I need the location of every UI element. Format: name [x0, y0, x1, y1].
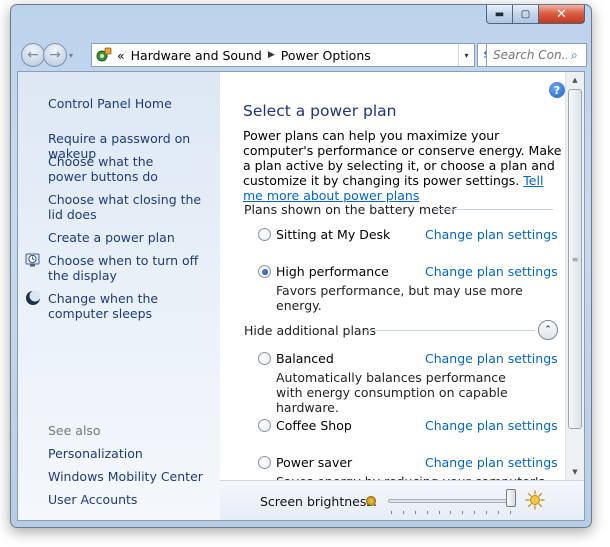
see-also-personalization-link[interactable]: Personalization [48, 446, 143, 461]
change-plan-settings-link[interactable]: Change plan settings [425, 227, 558, 242]
plan-coffee-shop[interactable]: Coffee Shop [258, 418, 352, 433]
screen-brightness-label: Screen brightness: [260, 494, 378, 509]
section-divider [435, 209, 553, 210]
scroll-up-arrow-icon[interactable]: ▲ [566, 72, 584, 88]
intro-text: Power plans can help you maximize your c… [243, 128, 562, 188]
forward-button[interactable]: → [43, 43, 67, 67]
sidebar-link-create-plan[interactable]: Create a power plan [48, 230, 216, 245]
vertical-scrollbar[interactable]: ▲ ≡ ▼ [565, 72, 584, 480]
brightness-bar: Screen brightness: [220, 480, 584, 520]
search-input[interactable] [491, 47, 569, 63]
change-plan-settings-link[interactable]: Change plan settings [425, 351, 558, 366]
sidebar-link-closing-lid[interactable]: Choose what closing the lid does [48, 192, 208, 222]
section-divider [364, 330, 535, 331]
plan-power-saver[interactable]: Power saver [258, 455, 352, 470]
task-pane: Control Panel Home Require a password on… [18, 72, 220, 520]
change-plan-settings-link[interactable]: Change plan settings [425, 418, 558, 433]
see-also-heading: See also [48, 423, 101, 438]
battery-meter-plans-heading: Plans shown on the battery meter [244, 202, 457, 217]
maximize-button[interactable]: ▢ [513, 5, 539, 24]
plan-balanced[interactable]: Balanced [258, 351, 334, 366]
change-plan-settings-link[interactable]: Change plan settings [425, 455, 558, 470]
breadcrumb-power-options[interactable]: Power Options [278, 48, 374, 63]
plan-name: High performance [276, 264, 389, 279]
plan-high-performance[interactable]: High performance [258, 264, 389, 279]
sidebar-link-power-buttons[interactable]: Choose what the power buttons do [48, 154, 188, 184]
search-box[interactable]: ⌕ [486, 43, 587, 67]
plan-description: Automatically balances performance with … [276, 370, 508, 415]
plan-name: Coffee Shop [276, 418, 352, 433]
plan-sitting-at-my-desk[interactable]: Sitting at My Desk [258, 227, 390, 242]
see-also-mobility-center-link[interactable]: Windows Mobility Center [48, 469, 203, 484]
plan-name: Sitting at My Desk [276, 227, 391, 242]
plan-name: Balanced [276, 351, 334, 366]
address-bar[interactable]: « Hardware and Sound ▶ Power Options ▾ [91, 43, 475, 67]
control-panel-home-link[interactable]: Control Panel Home [48, 96, 172, 111]
brightness-slider-track[interactable] [388, 499, 512, 503]
address-overflow[interactable]: « [114, 48, 128, 63]
content-area: Control Panel Home Require a password on… [17, 71, 585, 521]
change-plan-settings-link[interactable]: Change plan settings [425, 264, 558, 279]
bright-brightness-icon [525, 490, 545, 510]
display-clock-icon [25, 253, 40, 267]
hide-additional-plans-heading: Hide additional plans [244, 323, 377, 338]
scroll-down-arrow-icon[interactable]: ▼ [566, 464, 584, 480]
plan-radio-selected[interactable] [258, 265, 271, 278]
dim-brightness-icon [366, 496, 376, 506]
recent-pages-dropdown[interactable]: ▾ [69, 51, 73, 60]
plan-description: Favors performance, but may use more ene… [276, 283, 523, 313]
minimize-button[interactable]: ▬ [486, 5, 513, 24]
plan-radio[interactable] [258, 456, 271, 469]
power-options-window: ▬ ▢ ✕ ← → ▾ « Hardware and Sound ▶ Power… [10, 4, 592, 528]
see-also-user-accounts-link[interactable]: User Accounts [48, 492, 137, 507]
main-pane: ? Select a power plan Power plans can he… [220, 72, 565, 489]
search-icon[interactable]: ⌕ [571, 48, 578, 63]
plan-radio[interactable] [258, 228, 271, 241]
help-icon[interactable]: ? [549, 82, 565, 98]
navigation-bar: ← → ▾ « Hardware and Sound ▶ Power Optio… [17, 41, 587, 71]
collapse-plans-button[interactable]: ⌃ [538, 320, 558, 340]
intro-paragraph: Power plans can help you maximize your c… [243, 128, 563, 203]
breadcrumb-hardware-and-sound[interactable]: Hardware and Sound [128, 48, 265, 63]
brightness-slider-ticks [391, 511, 511, 514]
address-history-dropdown[interactable]: ▾ [458, 44, 474, 66]
plan-radio[interactable] [258, 419, 271, 432]
page-title: Select a power plan [243, 102, 397, 120]
window-controls: ▬ ▢ ✕ [486, 5, 585, 24]
sleep-moon-icon [26, 290, 41, 305]
sidebar-link-sleep[interactable]: Change when the computer sleeps [48, 291, 208, 321]
nav-buttons: ← → ▾ [21, 43, 73, 67]
breadcrumb-separator-icon[interactable]: ▶ [265, 50, 278, 60]
back-button[interactable]: ← [21, 43, 45, 67]
scroll-thumb[interactable]: ≡ [568, 89, 582, 429]
sidebar-link-turn-off-display[interactable]: Choose when to turn off the display [48, 253, 208, 283]
plan-name: Power saver [276, 455, 353, 470]
control-panel-icon [94, 47, 114, 63]
brightness-slider-thumb[interactable] [506, 489, 516, 507]
close-button[interactable]: ✕ [539, 5, 585, 24]
plan-radio[interactable] [258, 352, 271, 365]
